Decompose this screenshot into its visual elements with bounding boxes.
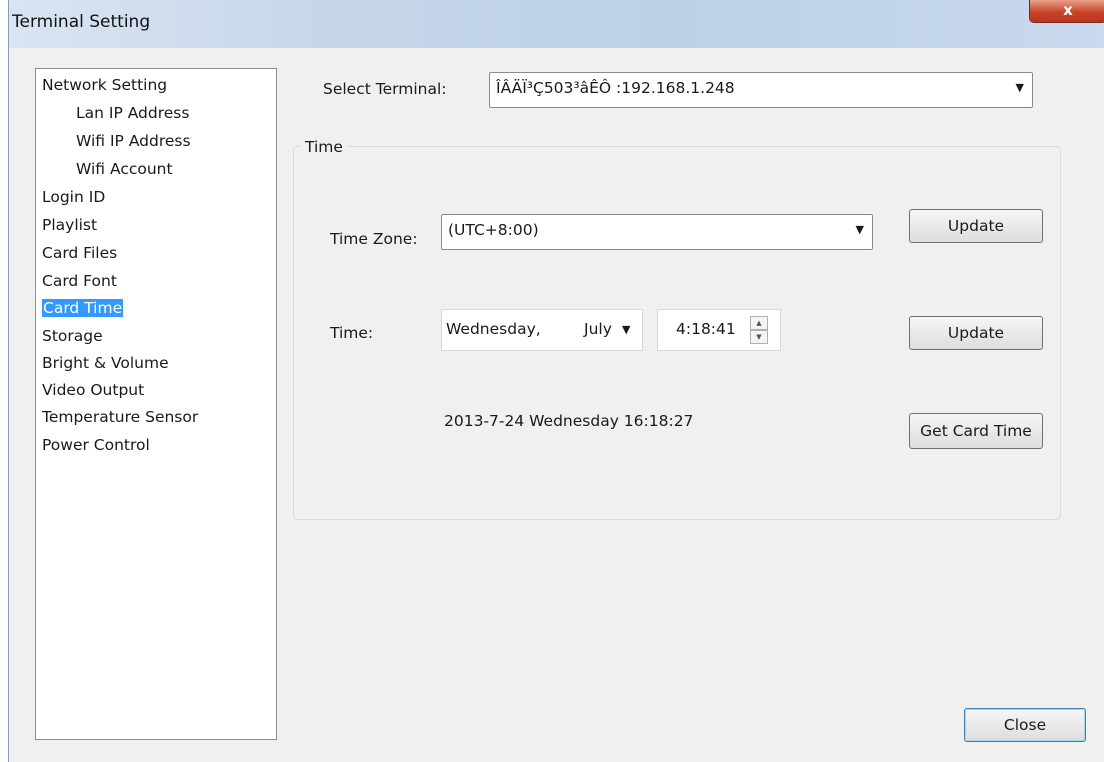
chevron-down-icon: ▼ bbox=[1015, 81, 1024, 94]
tree-item-card-font[interactable]: Card Font bbox=[42, 269, 117, 293]
time-zone-value: (UTC+8:00) bbox=[448, 221, 539, 239]
spin-up-icon[interactable]: ▲ bbox=[750, 316, 768, 330]
select-terminal-label: Select Terminal: bbox=[323, 80, 447, 98]
get-card-time-button[interactable]: Get Card Time bbox=[909, 413, 1043, 449]
tree-item-temperature-sensor[interactable]: Temperature Sensor bbox=[42, 405, 198, 429]
time-label: Time: bbox=[330, 324, 374, 342]
terminal-setting-window: Terminal Setting x Network Setting Lan I… bbox=[8, 0, 1104, 762]
title-bar[interactable]: Terminal Setting x bbox=[9, 0, 1104, 48]
update-time-button[interactable]: Update bbox=[909, 316, 1043, 350]
date-day: Wednesday, bbox=[446, 320, 541, 338]
select-terminal-value: ÎÂÄÏ³Ç503³âÊÔ :192.168.1.248 bbox=[496, 79, 735, 97]
settings-tree[interactable]: Network Setting Lan IP Address Wifi IP A… bbox=[35, 68, 277, 740]
chevron-down-icon[interactable]: ▼ bbox=[622, 323, 630, 336]
close-button[interactable]: Close bbox=[964, 708, 1086, 742]
card-time-readout: 2013-7-24 Wednesday 16:18:27 bbox=[444, 412, 694, 430]
date-month: July bbox=[584, 320, 612, 338]
select-terminal-dropdown[interactable]: ÎÂÄÏ³Ç503³âÊÔ :192.168.1.248 ▼ bbox=[489, 72, 1033, 108]
window-close-icon[interactable]: x bbox=[1029, 0, 1104, 23]
tree-item-network-setting[interactable]: Network Setting bbox=[42, 73, 167, 97]
tree-item-power-control[interactable]: Power Control bbox=[42, 433, 150, 457]
time-picker[interactable]: 4:18:41 ▲ ▼ bbox=[657, 309, 781, 351]
tree-item-wifi-ip-address[interactable]: Wifi IP Address bbox=[76, 129, 191, 153]
tree-item-lan-ip-address[interactable]: Lan IP Address bbox=[76, 101, 189, 125]
time-zone-dropdown[interactable]: (UTC+8:00) ▼ bbox=[441, 214, 873, 250]
tree-item-storage[interactable]: Storage bbox=[42, 324, 103, 348]
tree-item-playlist[interactable]: Playlist bbox=[42, 213, 97, 237]
tree-item-video-output[interactable]: Video Output bbox=[42, 378, 144, 402]
tree-item-card-time[interactable]: Card Time bbox=[42, 296, 124, 320]
time-value: 4:18:41 bbox=[676, 320, 736, 338]
time-group-title: Time bbox=[300, 138, 348, 156]
tree-item-wifi-account[interactable]: Wifi Account bbox=[76, 157, 173, 181]
window-title: Terminal Setting bbox=[12, 12, 151, 32]
tree-item-login-id[interactable]: Login ID bbox=[42, 185, 105, 209]
time-zone-label: Time Zone: bbox=[330, 230, 418, 248]
date-picker[interactable]: Wednesday, July ▼ bbox=[441, 309, 643, 351]
chevron-down-icon: ▼ bbox=[855, 223, 864, 236]
tree-item-bright-volume[interactable]: Bright & Volume bbox=[42, 351, 169, 375]
update-time-zone-button[interactable]: Update bbox=[909, 209, 1043, 243]
tree-item-card-files[interactable]: Card Files bbox=[42, 241, 117, 265]
spin-down-icon[interactable]: ▼ bbox=[750, 330, 768, 344]
dialog-content: Network Setting Lan IP Address Wifi IP A… bbox=[9, 48, 1104, 762]
